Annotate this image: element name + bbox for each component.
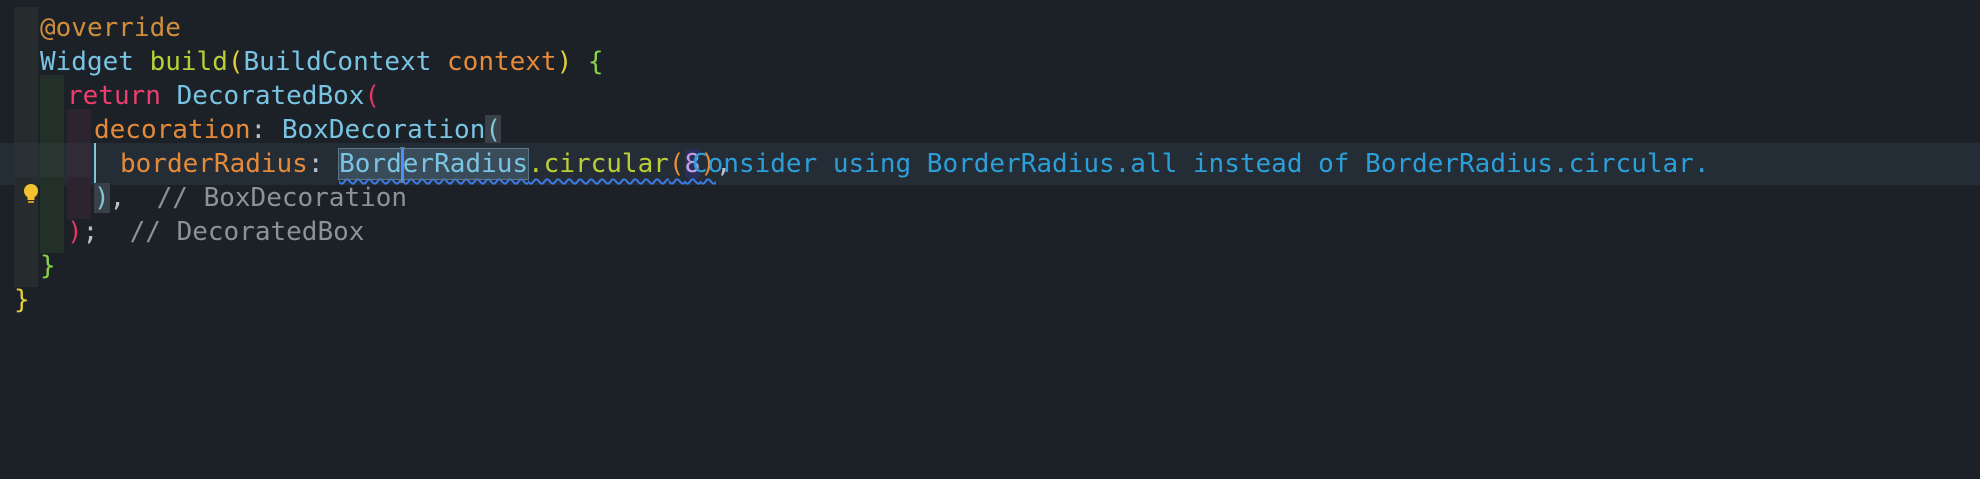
code-line-9[interactable]: } [0, 279, 1980, 321]
close-class-brace: } [14, 285, 30, 315]
code-editor[interactable]: @override Widget build(BuildContext cont… [0, 0, 1980, 434]
selected-identifier[interactable]: BorderRadius [338, 147, 530, 182]
lightbulb-icon[interactable] [22, 183, 40, 205]
